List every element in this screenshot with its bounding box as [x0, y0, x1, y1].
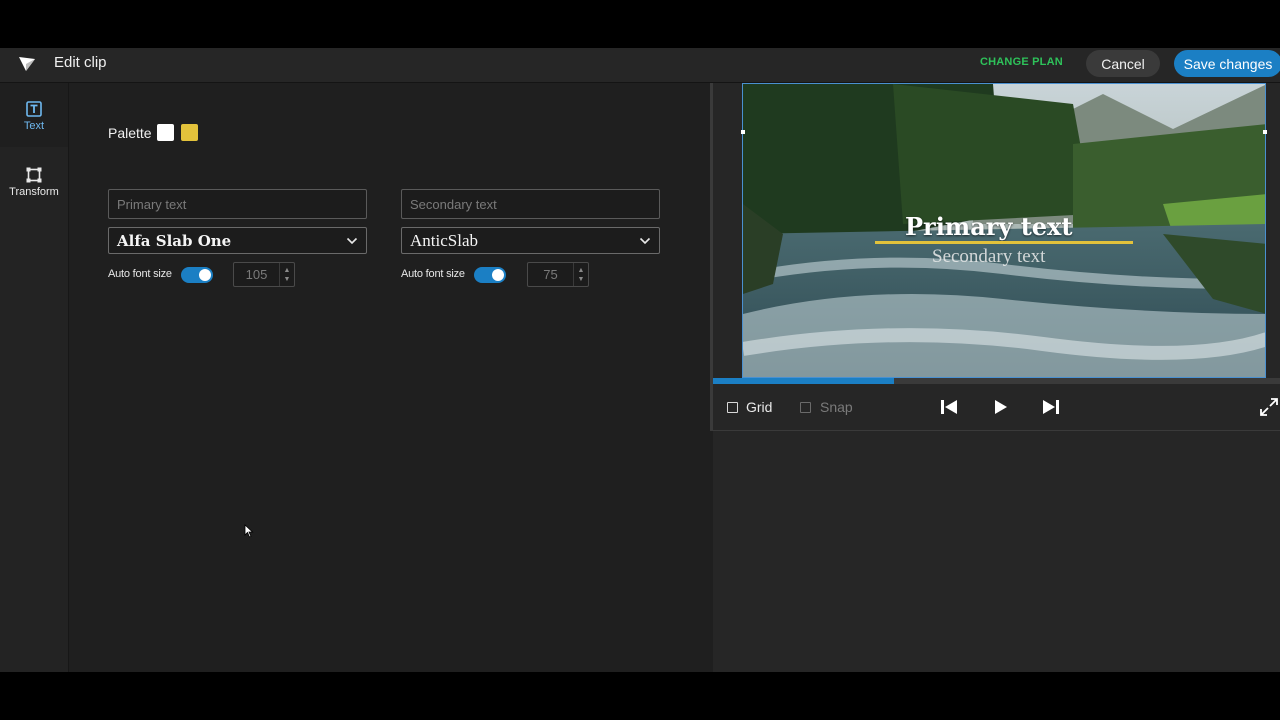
primary-auto-font-toggle[interactable] [181, 267, 213, 283]
arrow-down-icon[interactable]: ▼ [284, 275, 291, 284]
cancel-button[interactable]: Cancel [1086, 50, 1160, 77]
primary-auto-font-label: Auto font size [108, 268, 172, 280]
primary-text-input[interactable] [108, 189, 367, 219]
toggle-knob [492, 269, 504, 281]
stepper-arrows[interactable]: ▲ ▼ [573, 263, 588, 286]
play-icon[interactable] [990, 397, 1010, 417]
snap-checkbox[interactable] [800, 402, 811, 413]
text-icon [26, 101, 42, 117]
snap-label: Snap [820, 399, 853, 415]
resize-handle-top-right[interactable] [1263, 130, 1267, 134]
rail-item-transform[interactable]: Transform [0, 151, 68, 215]
app: Edit clip CHANGE PLAN Cancel Save change… [0, 48, 1280, 672]
logo-icon [19, 57, 35, 71]
page-title: Edit clip [54, 54, 107, 71]
chevron-down-icon [346, 237, 358, 244]
arrow-down-icon[interactable]: ▼ [578, 275, 585, 284]
left-rail: Text Transform [0, 83, 69, 672]
secondary-font-size-value: 75 [543, 267, 558, 282]
palette-label: Palette [108, 125, 152, 141]
transform-icon [26, 167, 42, 183]
palette-swatch-yellow[interactable] [181, 124, 198, 141]
palette-swatch-white[interactable] [157, 124, 174, 141]
playback-controls: Grid Snap [713, 384, 1280, 431]
mouse-cursor-icon [244, 524, 254, 538]
primary-font-value: Alfa Slab One [117, 231, 232, 250]
preview-underline [875, 241, 1133, 244]
primary-font-size-stepper[interactable]: 105 ▲ ▼ [233, 262, 295, 287]
rail-item-label: Text [23, 120, 45, 132]
secondary-font-select[interactable]: AnticSlab [401, 227, 660, 254]
fullscreen-icon[interactable] [1259, 397, 1279, 417]
secondary-auto-font-label: Auto font size [401, 268, 465, 280]
chevron-down-icon [639, 237, 651, 244]
preview-primary-text[interactable]: Primary text [905, 212, 1105, 241]
stepper-arrows[interactable]: ▲ ▼ [279, 263, 294, 286]
arrow-up-icon[interactable]: ▲ [578, 266, 585, 275]
skip-forward-icon[interactable] [1041, 397, 1061, 417]
preview-secondary-text[interactable]: Secondary text [932, 246, 1082, 268]
resize-handle-top-left[interactable] [741, 130, 745, 134]
secondary-text-input[interactable] [401, 189, 660, 219]
grid-label: Grid [746, 399, 773, 415]
secondary-font-size-stepper[interactable]: 75 ▲ ▼ [527, 262, 589, 287]
primary-font-select[interactable]: Alfa Slab One [108, 227, 367, 254]
rail-item-text[interactable]: Text [0, 83, 68, 147]
skip-back-icon[interactable] [939, 397, 959, 417]
toggle-knob [199, 269, 211, 281]
grid-checkbox[interactable] [727, 402, 738, 413]
lower-panel [713, 431, 1280, 624]
arrow-up-icon[interactable]: ▲ [284, 266, 291, 275]
secondary-auto-font-toggle[interactable] [474, 267, 506, 283]
secondary-font-value: AnticSlab [410, 230, 478, 250]
rail-item-label: Transform [9, 186, 59, 198]
header: Edit clip CHANGE PLAN Cancel Save change… [0, 48, 1280, 83]
save-changes-button[interactable]: Save changes [1174, 50, 1280, 77]
primary-font-size-value: 105 [245, 267, 268, 282]
change-plan-link[interactable]: CHANGE PLAN [980, 56, 1063, 68]
